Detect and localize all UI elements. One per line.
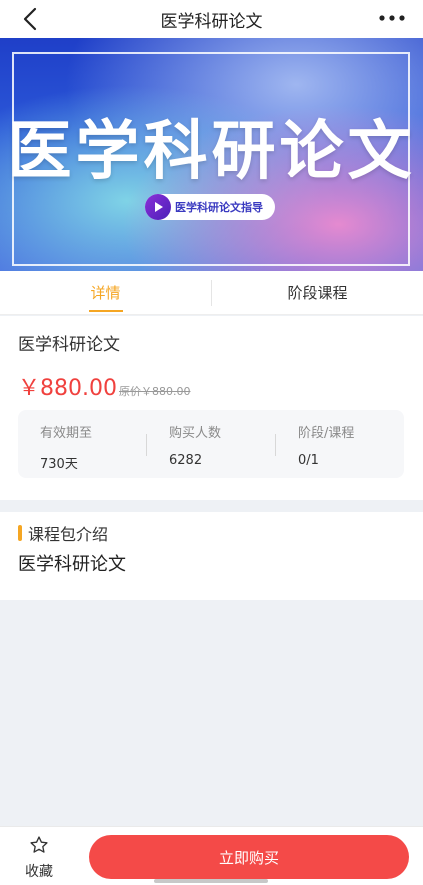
home-indicator [154, 879, 268, 883]
stat-label: 有效期至 [40, 426, 93, 441]
stat-value: 730天 [40, 457, 78, 472]
favorite-button[interactable]: 收藏 [16, 835, 62, 881]
page-title: 医学科研论文 [160, 11, 263, 32]
tab-details-label: 详情 [90, 284, 121, 302]
course-detail-page: 医学科研论文 医学科研论文 医学科研论文指导 详情 阶段课程 医学科研论文 ￥8… [0, 0, 423, 885]
intro-heading: 课程包介绍 [18, 521, 108, 545]
banner-video-pill[interactable]: 医学科研论文指导 [145, 194, 275, 220]
more-dots-icon [379, 15, 405, 21]
stat-validity: 有效期至 730天 [18, 410, 146, 478]
course-info-card: 医学科研论文 ￥880.00 原价￥880.00 有效期至 730天 购买人数 … [0, 316, 423, 500]
intro-title: 课程包介绍 [28, 525, 109, 544]
stat-label: 购买人数 [169, 426, 222, 441]
stat-progress: 阶段/课程 0/1 [276, 410, 404, 478]
star-outline-icon [30, 836, 48, 853]
stat-value: 6282 [169, 453, 203, 468]
current-price: ￥880.00 [18, 376, 117, 401]
more-button[interactable] [377, 8, 407, 28]
tab-stage-courses-label: 阶段课程 [287, 284, 348, 302]
intro-content: 医学科研论文 [18, 554, 126, 575]
buy-now-button[interactable]: 立即购买 [89, 835, 409, 879]
course-intro-section: 课程包介绍 医学科研论文 [0, 512, 423, 600]
favorite-label: 收藏 [25, 864, 53, 880]
course-name: 医学科研论文 [18, 335, 120, 355]
back-button[interactable] [18, 6, 44, 32]
stat-label: 阶段/课程 [298, 426, 355, 441]
tab-bar: 详情 阶段课程 [0, 271, 423, 315]
bottom-action-bar: 收藏 立即购买 [0, 826, 423, 885]
active-tab-indicator [88, 310, 123, 312]
banner-pill-label: 医学科研论文指导 [175, 201, 263, 214]
original-price: 原价￥880.00 [118, 385, 191, 398]
course-banner: 医学科研论文 医学科研论文指导 [0, 38, 423, 271]
section-accent-bar [18, 525, 22, 541]
top-nav-bar: 医学科研论文 [0, 0, 423, 38]
price-row: ￥880.00 原价￥880.00 [18, 370, 190, 402]
banner-title: 医学科研论文 [7, 115, 416, 189]
stat-buyers: 购买人数 6282 [147, 410, 275, 478]
play-icon [145, 194, 171, 220]
course-stats: 有效期至 730天 购买人数 6282 阶段/课程 0/1 [18, 410, 404, 478]
chevron-left-icon [23, 7, 37, 31]
tab-details[interactable]: 详情 [0, 271, 211, 314]
tab-stage-courses[interactable]: 阶段课程 [212, 271, 423, 314]
stat-value: 0/1 [298, 453, 319, 468]
